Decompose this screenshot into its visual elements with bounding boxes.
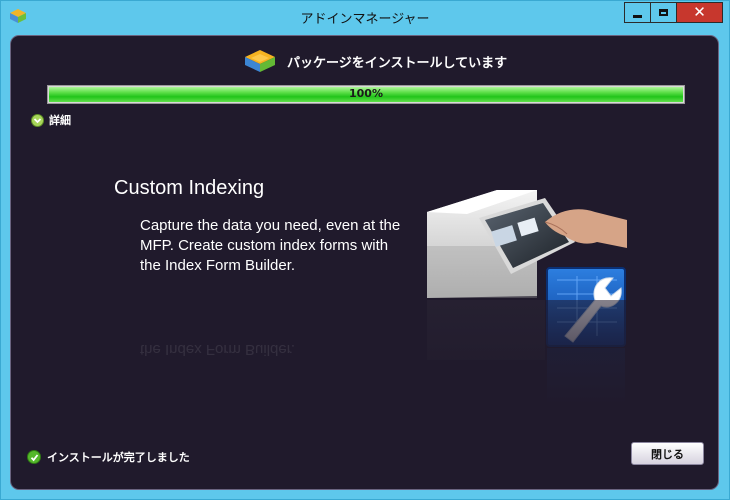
feature-description-reflection: the Index Form Builder. [140, 339, 422, 359]
window-close-button[interactable]: ✕ [677, 2, 723, 23]
details-label: 詳細 [49, 114, 71, 127]
feature-description-line: Capture the data you need, even at the [140, 217, 401, 234]
reflection-line: the Index Form Builder. [140, 341, 296, 358]
install-progress-bar: 100% [47, 85, 685, 104]
install-complete-message: インストールが完了しました [47, 451, 190, 464]
window-title: アドインマネージャー [300, 12, 430, 27]
minimize-icon [633, 15, 642, 18]
add-in-manager-window: アドインマネージャー ✕ パッケージをインストールしています 100% 詳細 C… [0, 0, 730, 500]
package-stack-icon [245, 50, 275, 72]
progress-percentage: 100% [349, 87, 383, 100]
feature-title: Custom Indexing [114, 177, 265, 199]
title-bar[interactable]: アドインマネージャー ✕ [1, 1, 729, 31]
details-toggle[interactable]: 詳細 [31, 112, 71, 128]
chevron-down-icon [31, 113, 44, 127]
feature-description: Capture the data you need, even at the M… [140, 216, 422, 276]
close-button[interactable]: 閉じる [631, 442, 704, 465]
minimize-button[interactable] [624, 2, 651, 23]
maximize-button[interactable] [651, 2, 677, 23]
close-icon: ✕ [693, 3, 706, 21]
check-circle-icon [27, 450, 41, 464]
feature-description-line: the Index Form Builder. [140, 257, 296, 274]
install-status: インストールが完了しました [27, 449, 190, 465]
maximize-icon [659, 9, 668, 16]
feature-description-line: MFP. Create custom index forms with [140, 237, 389, 254]
installer-panel: パッケージをインストールしています 100% 詳細 Custom Indexin… [10, 35, 719, 490]
mfp-feature-illustration [427, 190, 627, 406]
installer-header: パッケージをインストールしています [11, 48, 718, 74]
installing-message: パッケージをインストールしています [287, 56, 508, 71]
